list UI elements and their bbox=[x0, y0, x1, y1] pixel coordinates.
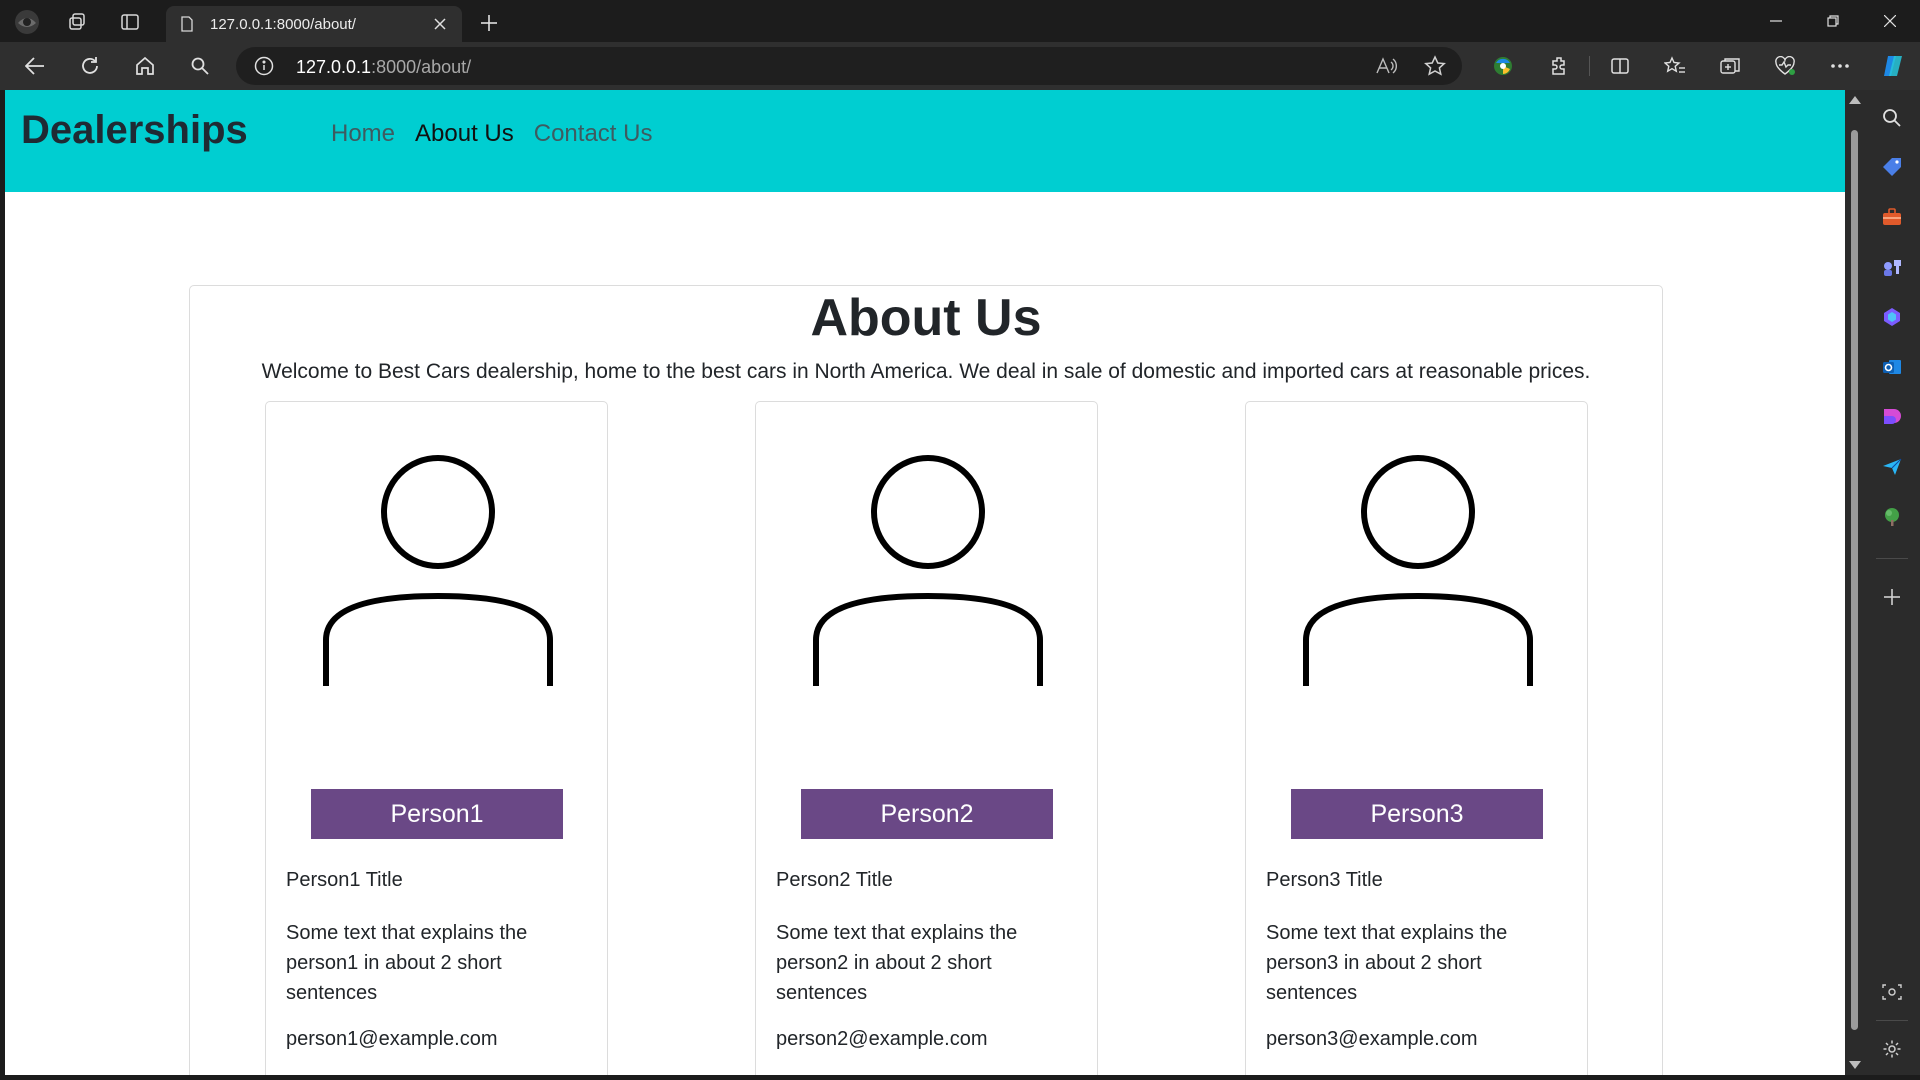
address-bar[interactable]: 127.0.0.1:8000/about/ bbox=[236, 47, 1462, 85]
home-icon[interactable] bbox=[132, 53, 158, 79]
games-icon[interactable] bbox=[1880, 255, 1904, 279]
person-description: Some text that explains the person3 in a… bbox=[1266, 922, 1508, 1004]
extensions-icon[interactable] bbox=[1546, 53, 1572, 79]
nav-link-about-us[interactable]: About Us bbox=[415, 120, 514, 148]
person-name-button[interactable]: Person2 bbox=[801, 789, 1053, 839]
tools-icon[interactable] bbox=[1880, 205, 1904, 229]
workspaces-icon[interactable] bbox=[64, 9, 90, 35]
person-title: Person3 Title bbox=[1266, 869, 1383, 891]
scrollbar-thumb[interactable] bbox=[1851, 130, 1858, 1030]
designer-icon[interactable] bbox=[1880, 405, 1904, 429]
scroll-down-arrow-icon[interactable] bbox=[1849, 1061, 1861, 1069]
vertical-tabs-icon[interactable] bbox=[117, 9, 143, 35]
outlook-icon[interactable] bbox=[1880, 355, 1904, 379]
close-tab-icon[interactable] bbox=[430, 14, 450, 34]
toolbar-divider bbox=[1589, 56, 1590, 76]
person-card: Person2 Person2 Title Some text that exp… bbox=[755, 401, 1098, 1075]
collections-icon[interactable] bbox=[1717, 53, 1743, 79]
favorite-star-icon[interactable] bbox=[1423, 54, 1447, 78]
color-extension-icon[interactable] bbox=[1490, 53, 1516, 79]
new-tab-icon[interactable] bbox=[476, 10, 502, 36]
browser-essentials-icon[interactable] bbox=[1772, 53, 1798, 79]
person-title: Person2 Title bbox=[776, 869, 893, 891]
tab-about[interactable]: 127.0.0.1:8000/about/ bbox=[166, 6, 462, 42]
site-info-icon[interactable] bbox=[254, 56, 274, 81]
nav-link-contact-us[interactable]: Contact Us bbox=[534, 120, 653, 148]
person-email: person3@example.com bbox=[1266, 1028, 1478, 1050]
person-outline-icon bbox=[1303, 455, 1533, 686]
person-email: person1@example.com bbox=[286, 1028, 498, 1050]
person-name-button[interactable]: Person1 bbox=[311, 789, 563, 839]
site-navbar: Dealerships Home About Us Contact Us bbox=[5, 90, 1845, 192]
sidebar-divider bbox=[1876, 558, 1908, 559]
tree-icon[interactable] bbox=[1880, 505, 1904, 529]
page-title: About Us bbox=[810, 289, 1042, 347]
sidebar-bottom-divider bbox=[1876, 1020, 1908, 1021]
close-window-icon[interactable] bbox=[1876, 8, 1904, 34]
site-brand[interactable]: Dealerships bbox=[21, 108, 248, 153]
about-section: About Us Welcome to Best Cars dealership… bbox=[189, 285, 1663, 1075]
browser-tab-bar: 127.0.0.1:8000/about/ bbox=[0, 0, 1920, 42]
add-sidebar-app-icon[interactable] bbox=[1880, 585, 1904, 609]
person-outline-icon bbox=[323, 455, 553, 686]
send-icon[interactable] bbox=[1880, 455, 1904, 479]
person-outline-icon bbox=[813, 455, 1043, 686]
refresh-icon[interactable] bbox=[77, 53, 103, 79]
person-email: person2@example.com bbox=[776, 1028, 988, 1050]
page-scrollbar[interactable] bbox=[1845, 90, 1864, 1075]
more-options-icon[interactable] bbox=[1827, 53, 1853, 79]
scroll-up-arrow-icon[interactable] bbox=[1849, 96, 1861, 104]
copilot-sidebar-icon[interactable] bbox=[1880, 305, 1904, 329]
person-title: Person1 Title bbox=[286, 869, 403, 891]
sidebar-search-icon[interactable] bbox=[1880, 106, 1904, 130]
person-description: Some text that explains the person1 in a… bbox=[286, 922, 528, 1004]
about-description: Welcome to Best Cars dealership, home to… bbox=[261, 360, 1591, 383]
page-icon bbox=[180, 16, 194, 37]
url-text: 127.0.0.1:8000/about/ bbox=[296, 57, 471, 78]
minimize-icon[interactable] bbox=[1762, 8, 1790, 34]
nav-link-home[interactable]: Home bbox=[331, 120, 395, 148]
person-name-button[interactable]: Person3 bbox=[1291, 789, 1543, 839]
browser-toolbar: 127.0.0.1:8000/about/ bbox=[0, 42, 1920, 90]
copilot-icon[interactable] bbox=[1880, 53, 1906, 79]
shopping-tag-icon[interactable] bbox=[1880, 155, 1904, 179]
tab-title: 127.0.0.1:8000/about/ bbox=[210, 16, 356, 33]
sidebar-settings-icon[interactable] bbox=[1880, 1037, 1904, 1061]
restore-icon[interactable] bbox=[1819, 8, 1847, 34]
nav-links: Home About Us Contact Us bbox=[331, 120, 652, 148]
person-card: Person1 Person1 Title Some text that exp… bbox=[265, 401, 608, 1075]
screenshot-icon[interactable] bbox=[1880, 980, 1904, 1004]
browser-sidebar bbox=[1864, 90, 1920, 1075]
person-description: Some text that explains the person2 in a… bbox=[776, 922, 1018, 1004]
url-path: :8000/about/ bbox=[371, 57, 472, 77]
search-icon[interactable] bbox=[187, 53, 213, 79]
page-viewport: Dealerships Home About Us Contact Us Abo… bbox=[5, 90, 1845, 1075]
profile-avatar-icon[interactable] bbox=[14, 9, 40, 35]
favorites-icon[interactable] bbox=[1662, 53, 1688, 79]
split-screen-icon[interactable] bbox=[1607, 53, 1633, 79]
person-card: Person3 Person3 Title Some text that exp… bbox=[1245, 401, 1588, 1075]
read-aloud-icon[interactable] bbox=[1374, 54, 1398, 78]
back-icon[interactable] bbox=[22, 53, 48, 79]
url-host: 127.0.0.1 bbox=[296, 57, 372, 77]
